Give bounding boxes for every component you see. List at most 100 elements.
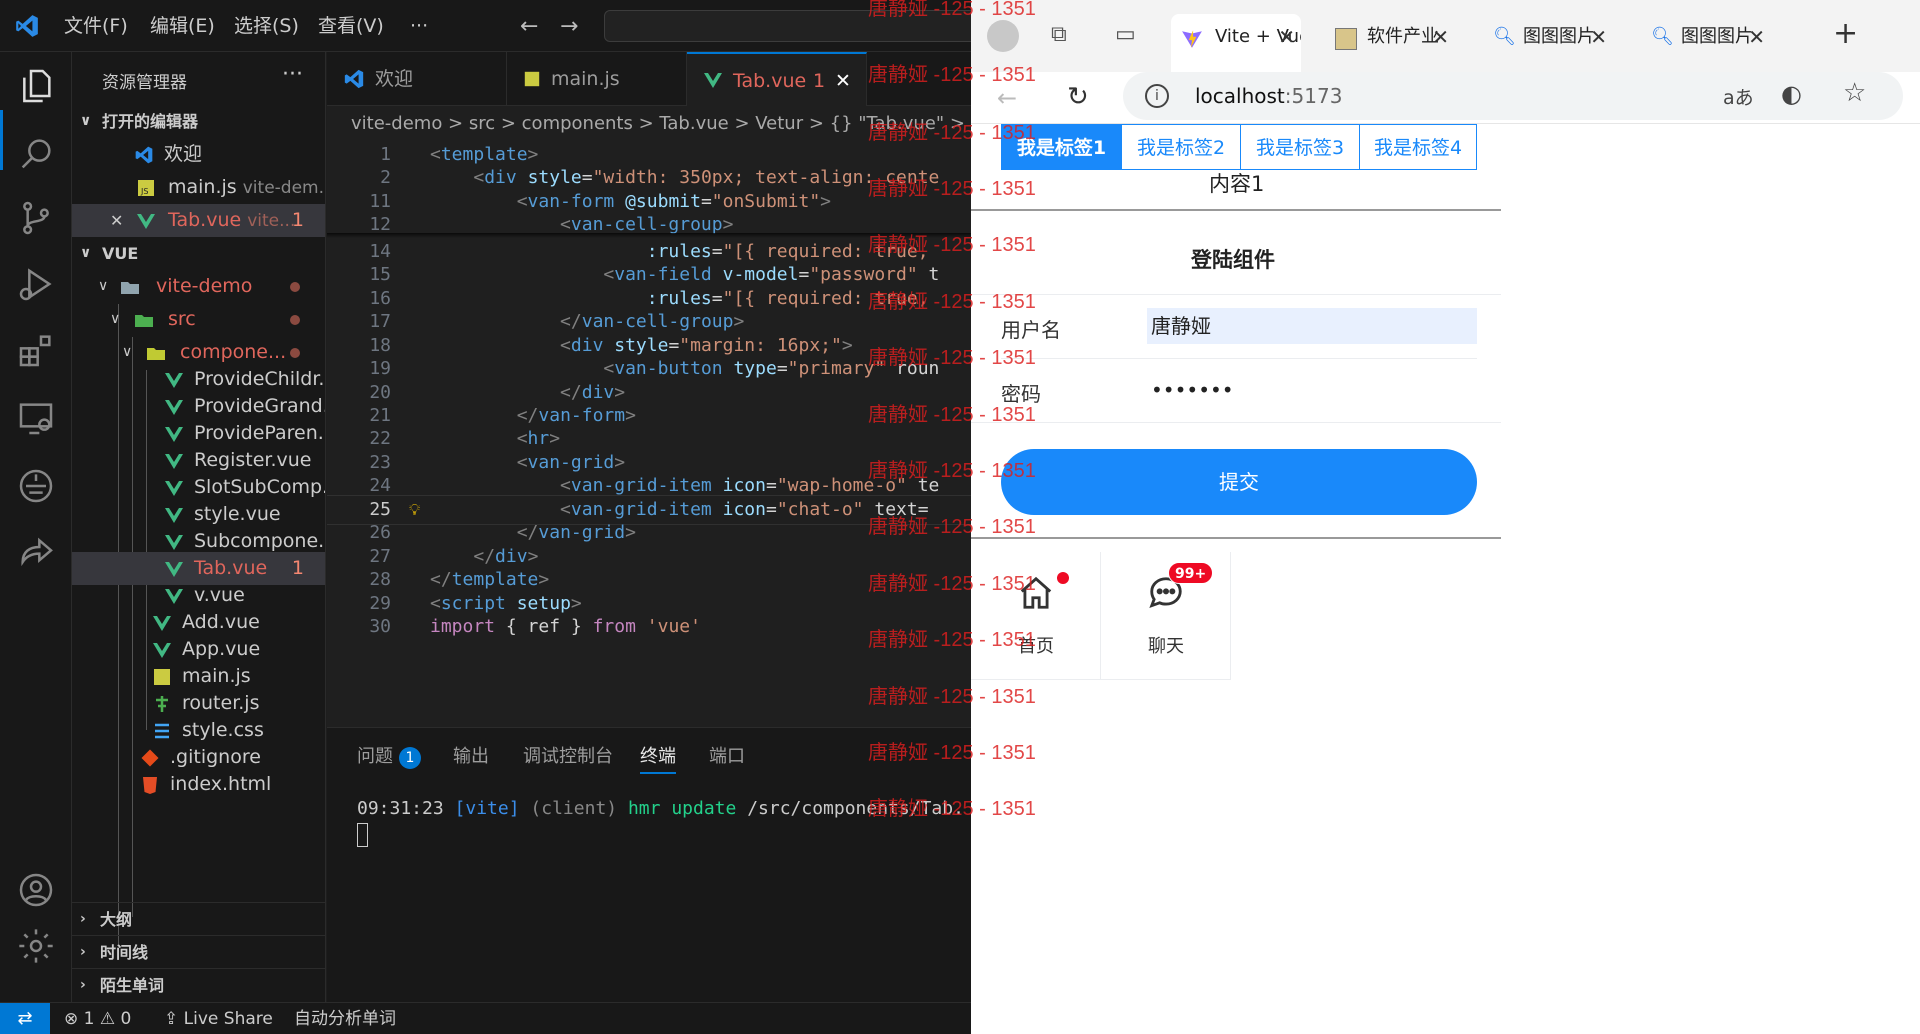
watermark-text: 唐静娅 -125 - 1351 <box>868 178 1036 200</box>
close-icon[interactable]: ✕ <box>110 204 123 237</box>
reload-icon[interactable]: ↻ <box>1067 82 1089 112</box>
panel-tab-output[interactable]: 输出 <box>453 742 489 768</box>
username-field[interactable]: 唐静娅 <box>1147 308 1477 344</box>
watermark-text: 唐静娅 -125 - 1351 <box>868 404 1036 426</box>
tab-content: 内容1 <box>1209 172 1265 196</box>
search-icon[interactable] <box>16 134 56 174</box>
tab-close-icon[interactable]: ✕ <box>1748 14 1765 60</box>
vertical-tabs-icon[interactable]: ▭ <box>1115 22 1136 47</box>
terminal-cursor <box>357 823 368 847</box>
page-tab-3[interactable]: 我是标签3 <box>1240 124 1360 170</box>
tab-tab-vue[interactable]: Tab.vue 1 ✕ <box>687 52 867 106</box>
live-share-icon[interactable] <box>16 532 56 572</box>
git-file-icon <box>141 749 159 767</box>
settings-gear-icon[interactable] <box>16 926 56 966</box>
browser-tab-vite[interactable]: Vite + Vue ✕ <box>1171 14 1301 72</box>
explorer-more-icon[interactable]: ··· <box>282 62 303 87</box>
tree-file-index-html[interactable]: index.html <box>72 768 325 801</box>
chat-badge: 99+ <box>1168 562 1214 584</box>
tree-folder-vite-demo[interactable]: ∨ vite-demo <box>72 270 325 303</box>
browser-tab-4[interactable]: 🔍︎ 图图图片 ✕ <box>1651 14 1771 60</box>
browser-tab-2[interactable]: 软件产业 ✕ <box>1335 14 1455 60</box>
tab-close-icon[interactable]: ✕ <box>835 54 851 106</box>
explorer-icon[interactable] <box>16 66 56 106</box>
back-arrow-icon[interactable]: ← <box>997 84 1017 112</box>
explorer-title: 资源管理器 <box>102 73 187 93</box>
watermark-text: 唐静娅 -125 - 1351 <box>868 460 1036 482</box>
back-arrow-icon[interactable]: ← <box>520 14 538 39</box>
tree-folder-src[interactable]: ∨ src <box>72 303 325 336</box>
source-control-icon[interactable] <box>16 198 56 238</box>
status-bar: ⇄ ⊗ 1 ⚠ 0 ⇪ Live Share 自动分析单词 <box>0 1002 971 1034</box>
watermark-text: 唐静娅 -125 - 1351 <box>868 0 1036 20</box>
watermark-text: 唐静娅 -125 - 1351 <box>868 234 1036 256</box>
vocab-status[interactable]: 自动分析单词 <box>294 1003 396 1034</box>
edge-copilot-icon[interactable]: ◐ <box>1781 80 1802 108</box>
open-editor-tab-vue[interactable]: ✕ Tab.vue vite... 1 <box>72 204 325 237</box>
site-info-icon[interactable]: i <box>1145 84 1169 108</box>
vue-file-icon <box>165 373 183 388</box>
open-editors-header[interactable]: ∨ 打开的编辑器 <box>72 105 325 138</box>
search-favicon-icon: 🔍︎ <box>1651 26 1674 47</box>
folder-header-vue[interactable]: ∨ VUE <box>72 237 325 270</box>
watermark-text: 唐静娅 -125 - 1351 <box>868 686 1036 708</box>
profile-avatar[interactable] <box>987 20 1019 52</box>
live-share-status[interactable]: ⇪ Live Share <box>164 1003 273 1034</box>
submit-button[interactable]: 提交 <box>1001 449 1477 515</box>
title-bar: 文件(F) 编辑(E) 选择(S) 查看(V) ··· ← → <box>0 0 971 52</box>
watermark-text: 唐静娅 -125 - 1351 <box>868 573 1036 595</box>
page-tab-2[interactable]: 我是标签2 <box>1121 124 1241 170</box>
explorer-sidebar: 资源管理器 ··· ∨ 打开的编辑器 欢迎 JS main.js vite-dem… <box>72 52 326 1002</box>
watermark-text: 唐静娅 -125 - 1351 <box>868 122 1036 144</box>
menu-more[interactable]: ··· <box>410 0 428 52</box>
account-icon[interactable] <box>16 870 56 910</box>
vscode-logo-icon <box>16 15 38 37</box>
menu-view[interactable]: 查看(V) <box>318 0 384 52</box>
vue-file-icon <box>165 481 183 496</box>
tab-close-icon[interactable]: ✕ <box>1278 14 1295 60</box>
vocab-section[interactable]: › 陌生单词 <box>72 968 325 1001</box>
outline-section[interactable]: › 大纲 <box>72 902 325 935</box>
grid-item-chat[interactable]: 99+ 聊天 <box>1101 552 1231 680</box>
panel-tab-ports[interactable]: 端口 <box>709 742 745 768</box>
new-tab-button[interactable]: + <box>1833 16 1858 51</box>
vue-file-icon <box>704 73 722 88</box>
menu-edit[interactable]: 编辑(E) <box>150 0 215 52</box>
browser-tab-strip: ⧉ ▭ Vite + Vue ✕ 软件产业 ✕ 🔍︎ 图图图片 ✕ 🔍︎ 图图图片 ✕ … <box>971 0 1920 72</box>
menu-selection[interactable]: 选择(S) <box>234 0 299 52</box>
remote-explorer-icon[interactable] <box>16 398 56 438</box>
panel-tab-problems[interactable]: 问题 1 <box>357 742 421 769</box>
html-file-icon <box>143 777 157 794</box>
password-field[interactable]: ••••••• <box>1147 372 1477 408</box>
forward-arrow-icon[interactable]: → <box>560 14 578 39</box>
vue-file-icon <box>165 400 183 415</box>
open-editor-main-js[interactable]: JS main.js vite-dem... <box>72 171 325 204</box>
translate-icon[interactable]: aあ <box>1723 83 1754 110</box>
username-label: 用户名 <box>1001 318 1061 342</box>
tab-welcome[interactable]: 欢迎 <box>327 52 507 106</box>
run-debug-icon[interactable] <box>16 264 56 304</box>
open-editor-welcome[interactable]: 欢迎 <box>72 138 325 171</box>
page-tab-4[interactable]: 我是标签4 <box>1359 124 1477 170</box>
favorite-star-icon[interactable]: ☆ <box>1843 78 1866 108</box>
tab-main-js[interactable]: main.js <box>507 52 687 106</box>
menu-file[interactable]: 文件(F) <box>64 0 128 52</box>
vue-file-icon <box>137 214 155 229</box>
vue-file-icon <box>165 535 183 550</box>
watermark-text: 唐静娅 -125 - 1351 <box>868 516 1036 538</box>
vocab-extension-icon[interactable] <box>16 466 56 506</box>
timeline-section[interactable]: › 时间线 <box>72 935 325 968</box>
problems-status[interactable]: ⊗ 1 ⚠ 0 <box>64 1003 131 1034</box>
remote-indicator-icon[interactable]: ⇄ <box>0 1003 50 1034</box>
workspaces-icon[interactable]: ⧉ <box>1051 22 1067 47</box>
panel-tab-debug-console[interactable]: 调试控制台 <box>523 742 613 768</box>
cell-divider <box>971 422 1501 423</box>
js-file-icon <box>524 71 540 87</box>
tab-close-icon[interactable]: ✕ <box>1590 14 1607 60</box>
panel-tab-terminal[interactable]: 终端 <box>640 742 676 774</box>
extensions-icon[interactable] <box>16 330 56 370</box>
address-bar[interactable]: i localhost:5173 aあ ◐ ☆ <box>1123 72 1903 120</box>
folder-components-icon <box>147 348 165 360</box>
tab-close-icon[interactable]: ✕ <box>1432 14 1449 60</box>
browser-tab-3[interactable]: 🔍︎ 图图图片 ✕ <box>1493 14 1613 60</box>
